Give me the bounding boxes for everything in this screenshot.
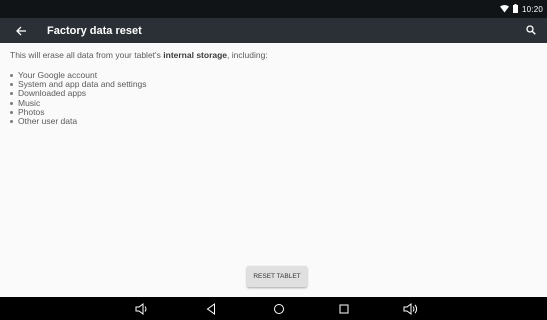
list-item: Downloaded apps	[10, 89, 537, 98]
reset-description: This will erase all data from your table…	[10, 50, 537, 126]
volume-down-icon[interactable]	[133, 300, 151, 317]
recents-icon[interactable]	[335, 300, 353, 317]
page-title: Factory data reset	[47, 25, 142, 37]
intro-text-bold: internal storage	[163, 50, 228, 60]
status-icons: 10:20	[499, 0, 543, 18]
bullet-icon	[10, 110, 13, 114]
bullet-icon	[10, 74, 13, 77]
bullet-icon	[10, 92, 13, 96]
home-icon[interactable]	[270, 300, 288, 317]
data-list: Your Google account System and app data …	[10, 70, 537, 127]
list-item: Other user data	[10, 116, 537, 127]
intro-text-end: , including:	[227, 50, 268, 60]
list-item-label: Other user data	[18, 116, 78, 127]
bullet-icon	[10, 120, 13, 124]
app-bar: Factory data reset	[0, 18, 547, 43]
intro-text: This will erase all data from your table…	[10, 50, 537, 61]
wifi-icon	[499, 0, 509, 18]
reset-tablet-button[interactable]: RESET TABLET	[247, 266, 307, 287]
battery-icon	[512, 0, 518, 18]
bullet-icon	[10, 101, 13, 105]
status-time: 10:20	[521, 4, 543, 14]
volume-up-icon[interactable]	[402, 300, 420, 317]
status-bar: 10:20	[0, 0, 547, 18]
search-icon[interactable]	[524, 23, 538, 37]
arrow-left-icon[interactable]	[13, 23, 29, 39]
list-item: Photos	[10, 107, 537, 117]
bullet-icon	[10, 83, 13, 87]
list-item: System and app data and settings	[10, 80, 537, 89]
list-item: Music	[10, 98, 537, 108]
navigation-bar	[0, 297, 547, 320]
intro-text-start: This will erase all data from your table…	[10, 50, 164, 60]
back-triangle-icon[interactable]	[202, 300, 220, 317]
